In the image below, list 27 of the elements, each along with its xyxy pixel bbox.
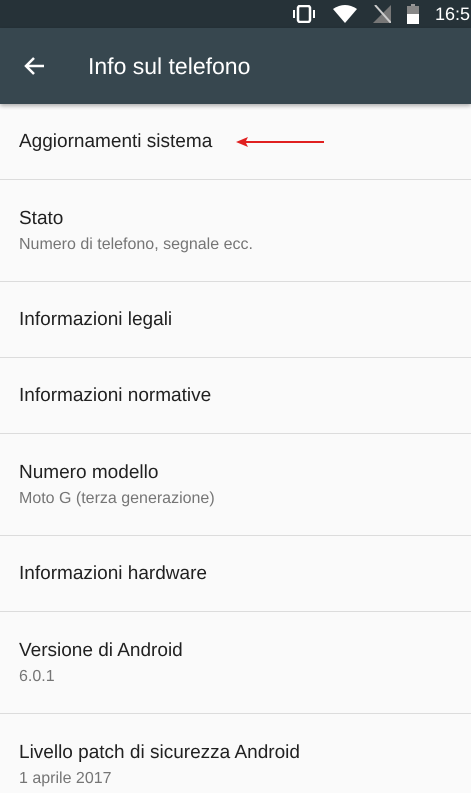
clock-time: 16:5 (434, 4, 470, 24)
item-title: Aggiornamenti sistema (19, 130, 212, 152)
settings-item[interactable]: Numero modello Moto G (terza generazione) (0, 434, 471, 536)
settings-item[interactable]: Aggiornamenti sistema (0, 104, 471, 180)
settings-item[interactable]: Versione di Android 6.0.1 (0, 612, 471, 714)
item-title: Informazioni hardware (19, 562, 207, 584)
wifi-icon (332, 5, 357, 23)
settings-item[interactable]: Informazioni legali (0, 282, 471, 358)
settings-item[interactable]: Livello patch di sicurezza Android 1 aprile 2017 (0, 714, 471, 793)
item-subtitle: 1 aprile 2017 (19, 770, 112, 788)
settings-item[interactable]: Informazioni hardware (0, 536, 471, 612)
item-title: Livello patch di sicurezza Android (19, 742, 300, 764)
item-title: Stato (19, 208, 64, 230)
settings-item[interactable]: Informazioni normative (0, 358, 471, 434)
vibrate-icon (290, 5, 317, 23)
item-title: Informazioni normative (19, 384, 212, 406)
item-subtitle: 6.0.1 (19, 668, 55, 686)
battery-icon (406, 4, 419, 24)
item-subtitle: Numero di telefono, segnale ecc. (19, 236, 253, 254)
no-signal-icon (372, 5, 391, 23)
item-title: Versione di Android (19, 640, 183, 662)
item-title: Informazioni legali (19, 308, 172, 330)
item-title: Numero modello (19, 462, 158, 484)
item-subtitle: Moto G (terza generazione) (19, 490, 215, 508)
back-arrow-icon (23, 56, 45, 76)
screen-title: Info sul telefono (88, 52, 250, 80)
settings-item[interactable]: Stato Numero di telefono, segnale ecc. (0, 180, 471, 282)
